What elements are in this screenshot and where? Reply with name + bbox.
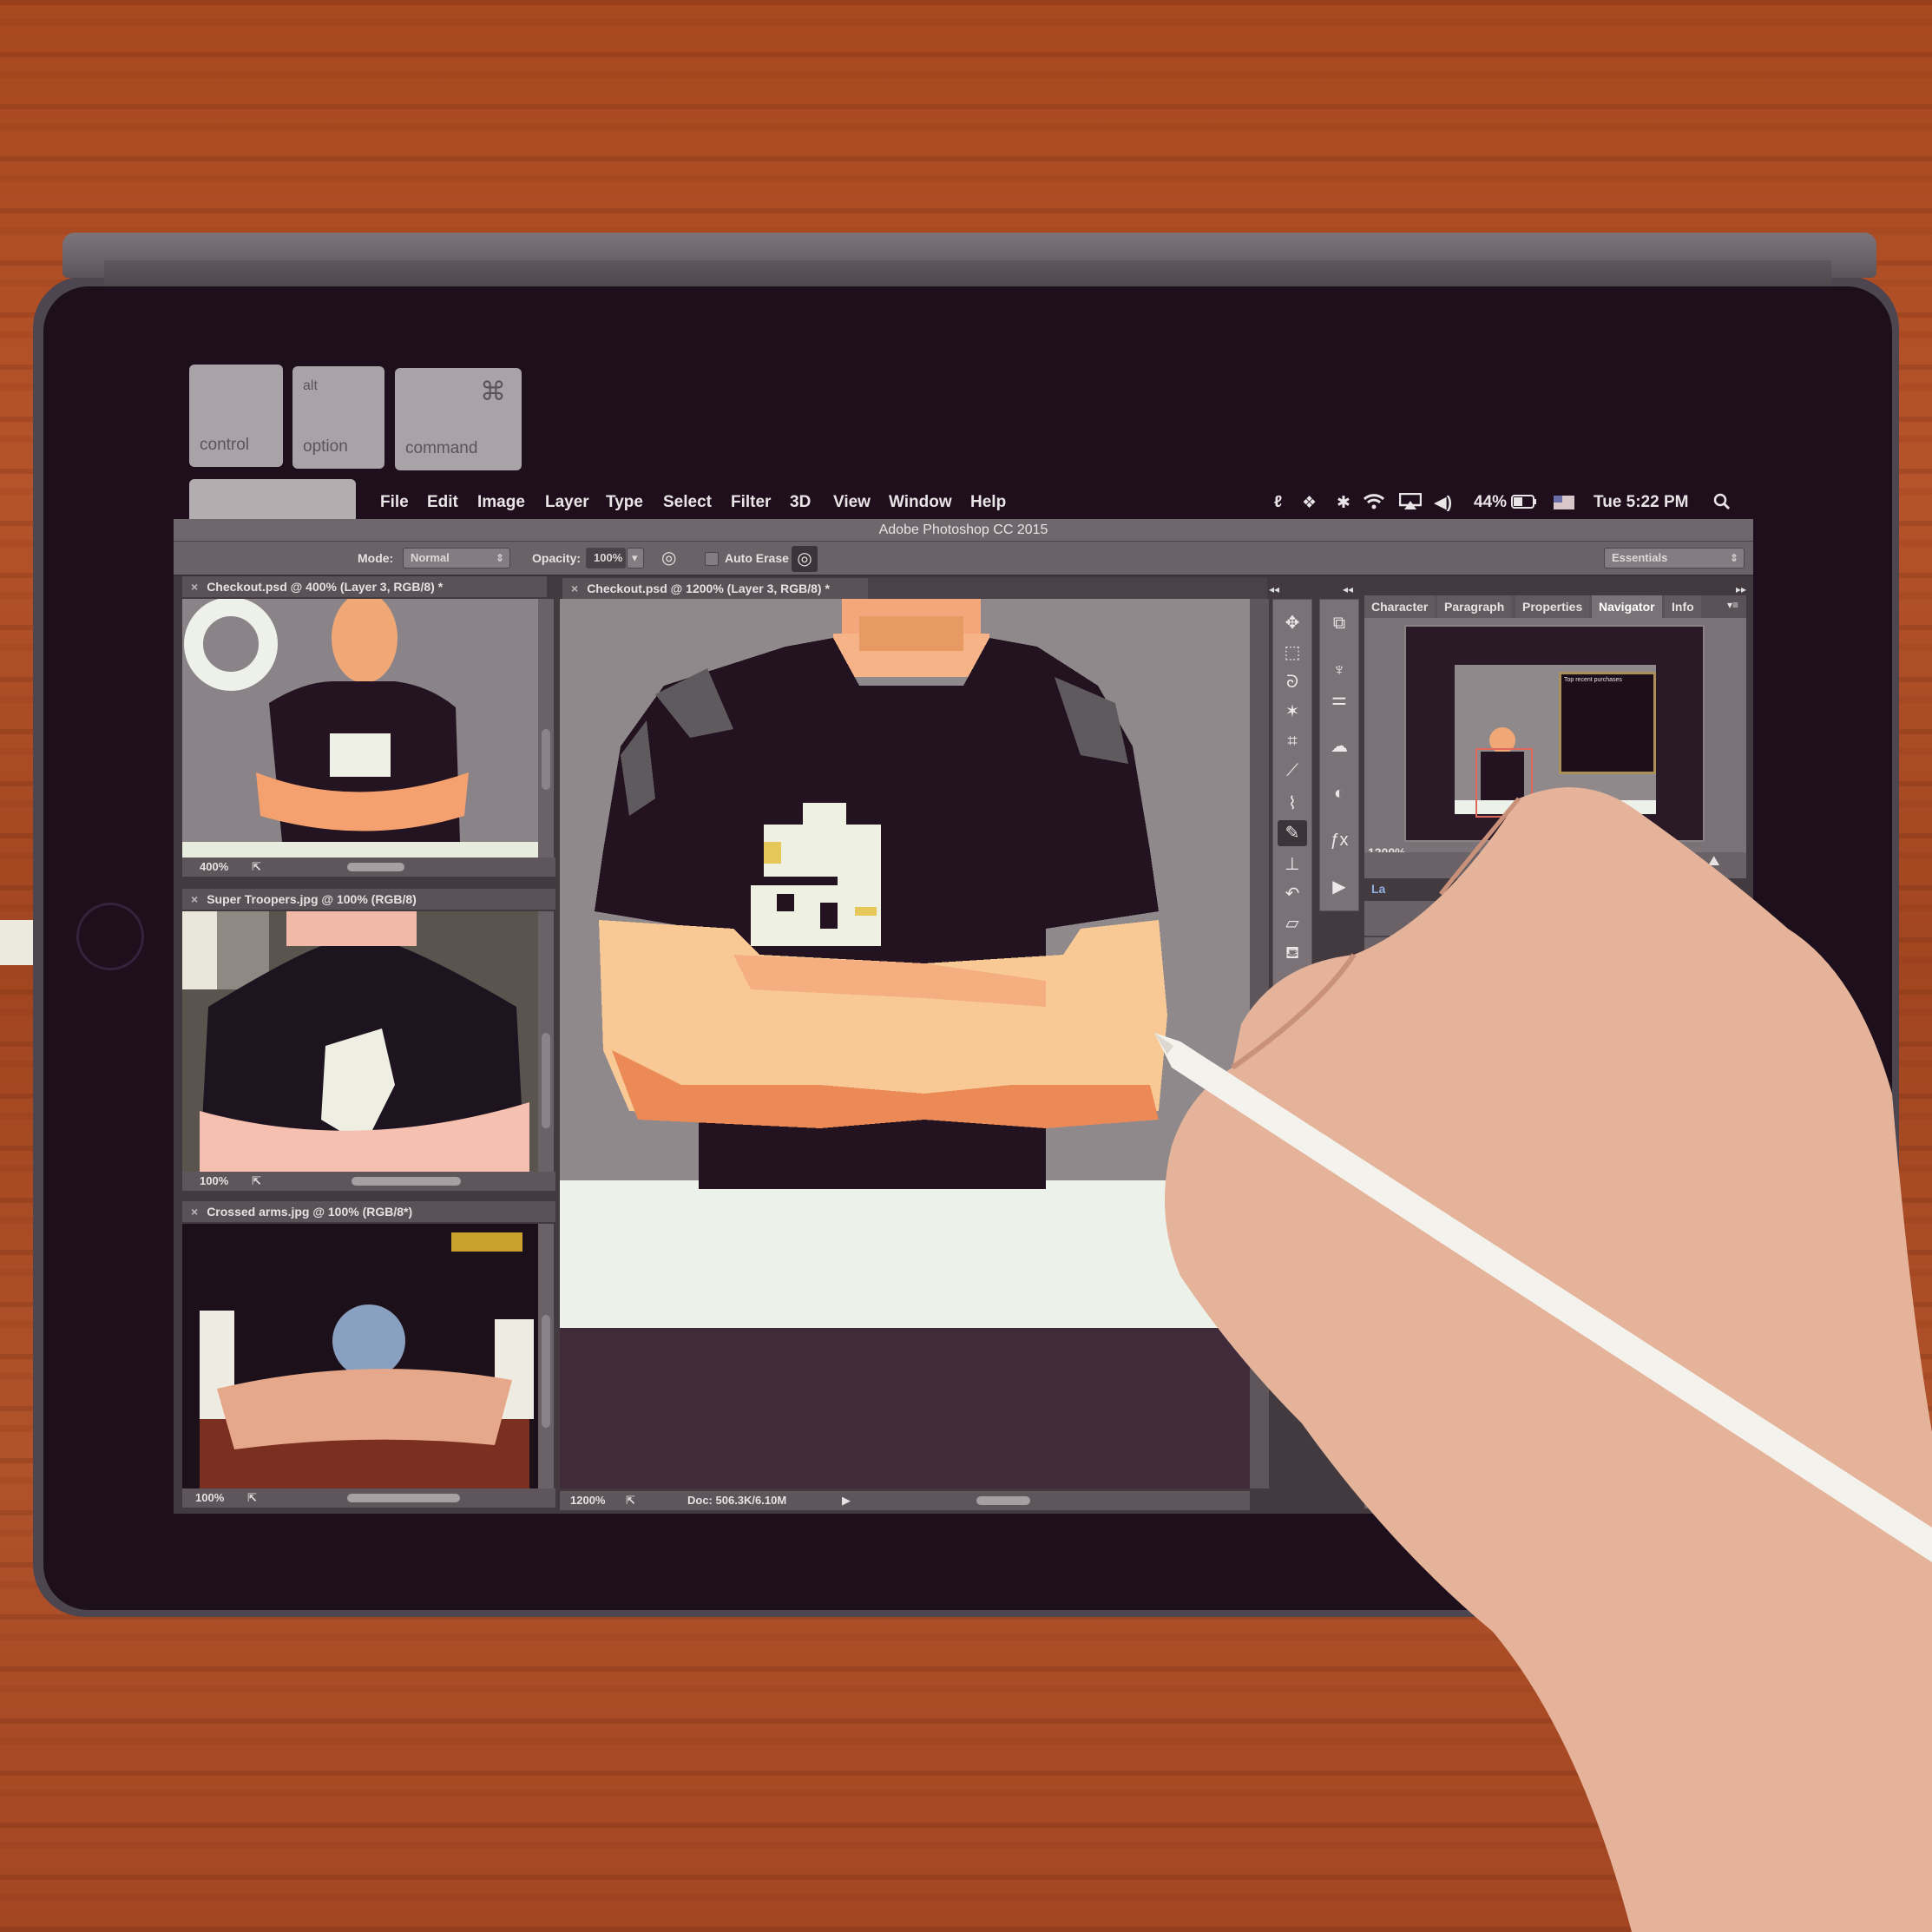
hand xyxy=(1165,787,1932,1932)
hand-with-pencil xyxy=(1154,787,1932,1932)
